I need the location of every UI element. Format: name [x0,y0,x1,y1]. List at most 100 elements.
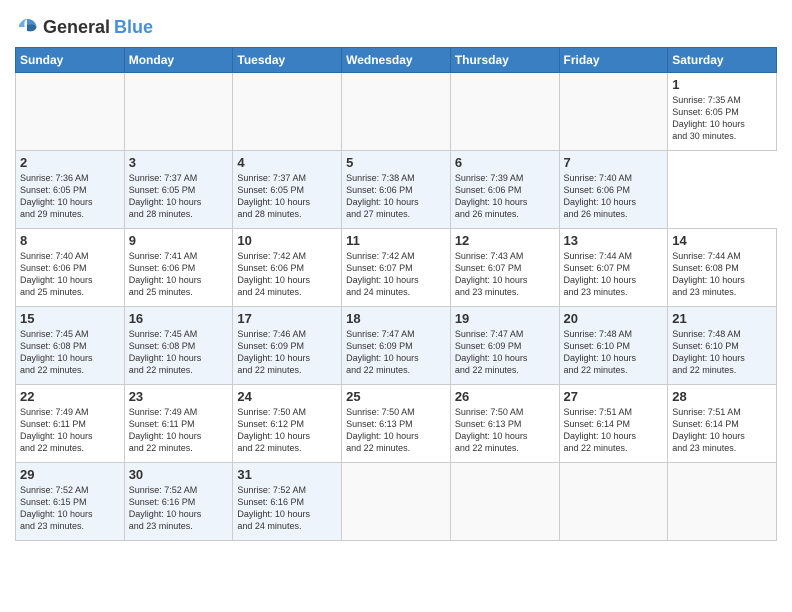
day-number: 6 [455,155,555,170]
calendar-cell: 28 Sunrise: 7:51 AMSunset: 6:14 PMDayligh… [668,385,777,463]
day-info: Sunrise: 7:52 AMSunset: 6:15 PMDaylight:… [20,484,120,533]
day-number: 27 [564,389,664,404]
day-number: 14 [672,233,772,248]
calendar-week-row: 2 Sunrise: 7:36 AMSunset: 6:05 PMDaylight… [16,151,777,229]
day-info: Sunrise: 7:39 AMSunset: 6:06 PMDaylight:… [455,172,555,221]
day-number: 22 [20,389,120,404]
day-info: Sunrise: 7:50 AMSunset: 6:13 PMDaylight:… [346,406,446,455]
calendar-cell: 25 Sunrise: 7:50 AMSunset: 6:13 PMDayligh… [342,385,451,463]
calendar-cell: 21 Sunrise: 7:48 AMSunset: 6:10 PMDayligh… [668,307,777,385]
day-number: 21 [672,311,772,326]
day-number: 11 [346,233,446,248]
day-number: 9 [129,233,229,248]
day-info: Sunrise: 7:47 AMSunset: 6:09 PMDaylight:… [455,328,555,377]
calendar-cell: 1Sunrise: 7:35 AMSunset: 6:05 PMDaylight… [668,73,777,151]
calendar-header-row: Sunday Monday Tuesday Wednesday Thursday… [16,48,777,73]
calendar-week-row: 8Sunrise: 7:40 AMSunset: 6:06 PMDaylight… [16,229,777,307]
day-number: 19 [455,311,555,326]
header: General Blue [15,15,777,39]
calendar-cell: 23 Sunrise: 7:49 AMSunset: 6:11 PMDayligh… [124,385,233,463]
day-number: 25 [346,389,446,404]
day-number: 2 [20,155,120,170]
calendar-cell [16,73,125,151]
day-number: 13 [564,233,664,248]
calendar-cell [342,463,451,541]
calendar-cell: 4Sunrise: 7:37 AMSunset: 6:05 PMDaylight… [233,151,342,229]
day-number: 15 [20,311,120,326]
logo-blue-text: Blue [114,17,153,38]
calendar-cell: 12Sunrise: 7:43 AMSunset: 6:07 PMDayligh… [450,229,559,307]
calendar-cell: 3 Sunrise: 7:37 AMSunset: 6:05 PMDaylight… [124,151,233,229]
header-sunday: Sunday [16,48,125,73]
calendar-week-row: 15 Sunrise: 7:45 AMSunset: 6:08 PMDayligh… [16,307,777,385]
calendar-week-row: 1Sunrise: 7:35 AMSunset: 6:05 PMDaylight… [16,73,777,151]
day-info: Sunrise: 7:42 AMSunset: 6:06 PMDaylight:… [237,250,337,299]
day-info: Sunrise: 7:44 AMSunset: 6:08 PMDaylight:… [672,250,772,299]
day-info: Sunrise: 7:35 AMSunset: 6:05 PMDaylight:… [672,94,772,143]
calendar-cell: 29Sunrise: 7:52 AMSunset: 6:15 PMDayligh… [16,463,125,541]
day-info: Sunrise: 7:45 AMSunset: 6:08 PMDaylight:… [129,328,229,377]
day-number: 28 [672,389,772,404]
logo: General Blue [15,15,153,39]
day-info: Sunrise: 7:40 AMSunset: 6:06 PMDaylight:… [564,172,664,221]
day-number: 30 [129,467,229,482]
day-number: 20 [564,311,664,326]
calendar-cell: 26Sunrise: 7:50 AMSunset: 6:13 PMDayligh… [450,385,559,463]
calendar-cell: 19 Sunrise: 7:47 AMSunset: 6:09 PMDayligh… [450,307,559,385]
calendar-cell [668,463,777,541]
calendar-cell [450,463,559,541]
day-number: 23 [129,389,229,404]
day-info: Sunrise: 7:36 AMSunset: 6:05 PMDaylight:… [20,172,120,221]
calendar-cell: 16 Sunrise: 7:45 AMSunset: 6:08 PMDayligh… [124,307,233,385]
day-info: Sunrise: 7:46 AMSunset: 6:09 PMDaylight:… [237,328,337,377]
day-number: 7 [564,155,664,170]
calendar-week-row: 29Sunrise: 7:52 AMSunset: 6:15 PMDayligh… [16,463,777,541]
day-info: Sunrise: 7:44 AMSunset: 6:07 PMDaylight:… [564,250,664,299]
day-info: Sunrise: 7:52 AMSunset: 6:16 PMDaylight:… [129,484,229,533]
day-info: Sunrise: 7:37 AMSunset: 6:05 PMDaylight:… [237,172,337,221]
day-number: 31 [237,467,337,482]
header-thursday: Thursday [450,48,559,73]
day-number: 18 [346,311,446,326]
day-number: 24 [237,389,337,404]
calendar-cell [124,73,233,151]
calendar-cell [559,463,668,541]
calendar-cell [450,73,559,151]
day-info: Sunrise: 7:42 AMSunset: 6:07 PMDaylight:… [346,250,446,299]
calendar-cell: 10 Sunrise: 7:42 AMSunset: 6:06 PMDayligh… [233,229,342,307]
calendar-cell: 11 Sunrise: 7:42 AMSunset: 6:07 PMDayligh… [342,229,451,307]
calendar-cell: 5 Sunrise: 7:38 AMSunset: 6:06 PMDaylight… [342,151,451,229]
calendar-week-row: 22 Sunrise: 7:49 AMSunset: 6:11 PMDayligh… [16,385,777,463]
day-number: 3 [129,155,229,170]
day-info: Sunrise: 7:37 AMSunset: 6:05 PMDaylight:… [129,172,229,221]
day-info: Sunrise: 7:51 AMSunset: 6:14 PMDaylight:… [672,406,772,455]
day-number: 16 [129,311,229,326]
calendar-cell: 9Sunrise: 7:41 AMSunset: 6:06 PMDaylight… [124,229,233,307]
calendar-cell: 7 Sunrise: 7:40 AMSunset: 6:06 PMDaylight… [559,151,668,229]
calendar-cell: 6 Sunrise: 7:39 AMSunset: 6:06 PMDaylight… [450,151,559,229]
header-friday: Friday [559,48,668,73]
logo-icon [15,15,39,39]
day-info: Sunrise: 7:47 AMSunset: 6:09 PMDaylight:… [346,328,446,377]
day-info: Sunrise: 7:38 AMSunset: 6:06 PMDaylight:… [346,172,446,221]
header-saturday: Saturday [668,48,777,73]
day-info: Sunrise: 7:43 AMSunset: 6:07 PMDaylight:… [455,250,555,299]
day-number: 5 [346,155,446,170]
header-wednesday: Wednesday [342,48,451,73]
calendar-cell: 30 Sunrise: 7:52 AMSunset: 6:16 PMDayligh… [124,463,233,541]
calendar-cell: 22Sunrise: 7:49 AMSunset: 6:11 PMDayligh… [16,385,125,463]
calendar-cell [233,73,342,151]
logo-general-text: General [43,17,110,38]
header-monday: Monday [124,48,233,73]
calendar-cell: 31Sunrise: 7:52 AMSunset: 6:16 PMDayligh… [233,463,342,541]
day-info: Sunrise: 7:45 AMSunset: 6:08 PMDaylight:… [20,328,120,377]
day-info: Sunrise: 7:49 AMSunset: 6:11 PMDaylight:… [129,406,229,455]
day-number: 10 [237,233,337,248]
header-tuesday: Tuesday [233,48,342,73]
calendar-cell: 27 Sunrise: 7:51 AMSunset: 6:14 PMDayligh… [559,385,668,463]
calendar-cell: 17Sunrise: 7:46 AMSunset: 6:09 PMDayligh… [233,307,342,385]
day-info: Sunrise: 7:48 AMSunset: 6:10 PMDaylight:… [672,328,772,377]
day-info: Sunrise: 7:48 AMSunset: 6:10 PMDaylight:… [564,328,664,377]
day-info: Sunrise: 7:50 AMSunset: 6:13 PMDaylight:… [455,406,555,455]
day-info: Sunrise: 7:51 AMSunset: 6:14 PMDaylight:… [564,406,664,455]
